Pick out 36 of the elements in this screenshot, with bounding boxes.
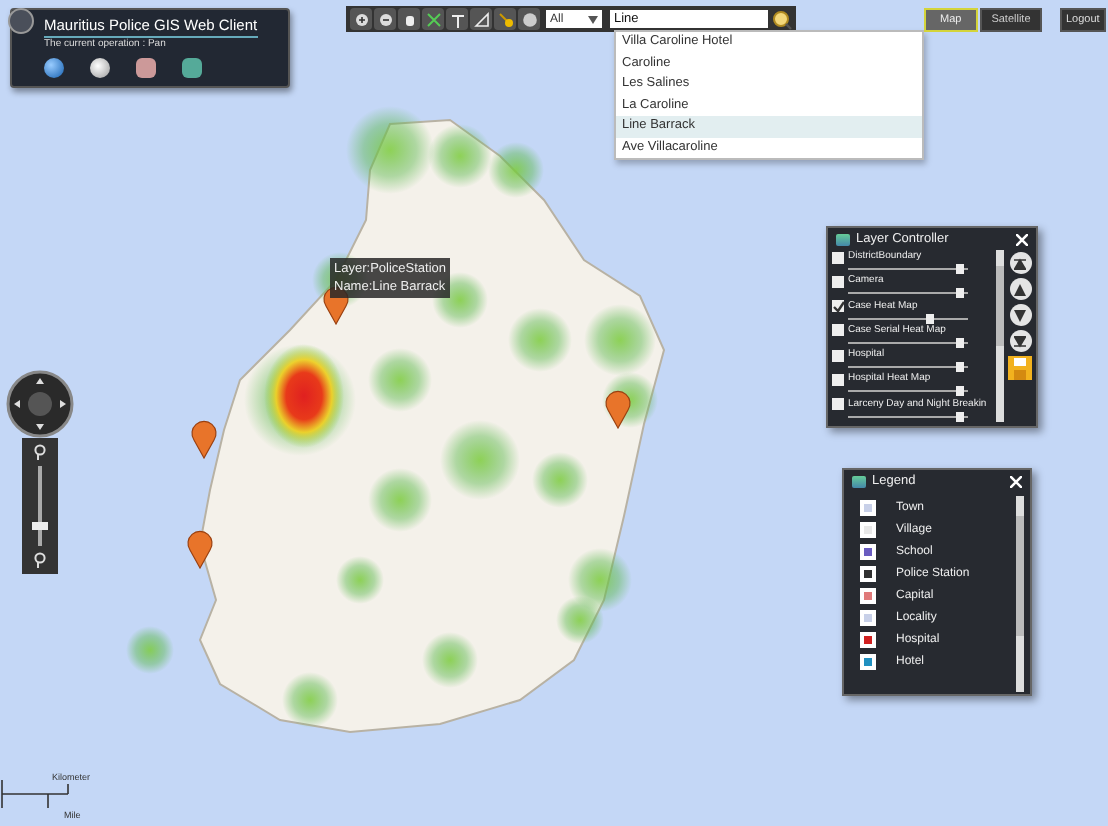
ruler-icon[interactable] [470, 8, 492, 30]
scrollbar[interactable] [996, 250, 1004, 422]
layer-checkbox[interactable] [832, 251, 844, 263]
pan-control-icon[interactable] [6, 370, 74, 438]
zoom-out-icon[interactable] [32, 552, 48, 568]
opacity-slider[interactable] [848, 266, 968, 272]
layer-checkbox[interactable] [832, 373, 844, 386]
opacity-slider[interactable] [848, 315, 968, 322]
opacity-slider[interactable] [848, 413, 968, 420]
zoom-in-icon[interactable] [350, 8, 372, 30]
opacity-slider[interactable] [848, 339, 968, 346]
close-icon[interactable] [1010, 475, 1022, 487]
layer-checkbox[interactable] [832, 398, 844, 411]
move-bottom-icon[interactable] [1009, 330, 1031, 352]
move-up-icon[interactable] [1009, 278, 1031, 300]
scrollbar[interactable] [1016, 496, 1024, 692]
move-top-icon[interactable] [1009, 252, 1031, 274]
search-icon[interactable] [770, 8, 792, 30]
map-pin-icon[interactable] [187, 530, 213, 569]
map-pin-icon[interactable] [605, 390, 631, 429]
opacity-slider[interactable] [848, 388, 968, 395]
layer-checkbox[interactable] [832, 349, 844, 362]
globe-icon[interactable] [44, 58, 64, 78]
close-icon[interactable] [1016, 233, 1028, 245]
opacity-slider[interactable] [848, 364, 968, 371]
layer-checkbox[interactable] [832, 324, 844, 337]
scale-bar-drawing [0, 776, 72, 812]
layer-checkbox[interactable] [832, 275, 844, 288]
move-down-icon[interactable] [1009, 304, 1031, 326]
opacity-slider[interactable] [848, 290, 968, 297]
caret-icon [588, 15, 598, 23]
layer-checkbox[interactable] [832, 300, 844, 313]
zoom-out-icon[interactable] [374, 8, 396, 30]
zoom-in-icon[interactable] [32, 444, 48, 460]
zoom-slider[interactable] [22, 438, 58, 574]
ball-icon[interactable] [518, 8, 540, 30]
